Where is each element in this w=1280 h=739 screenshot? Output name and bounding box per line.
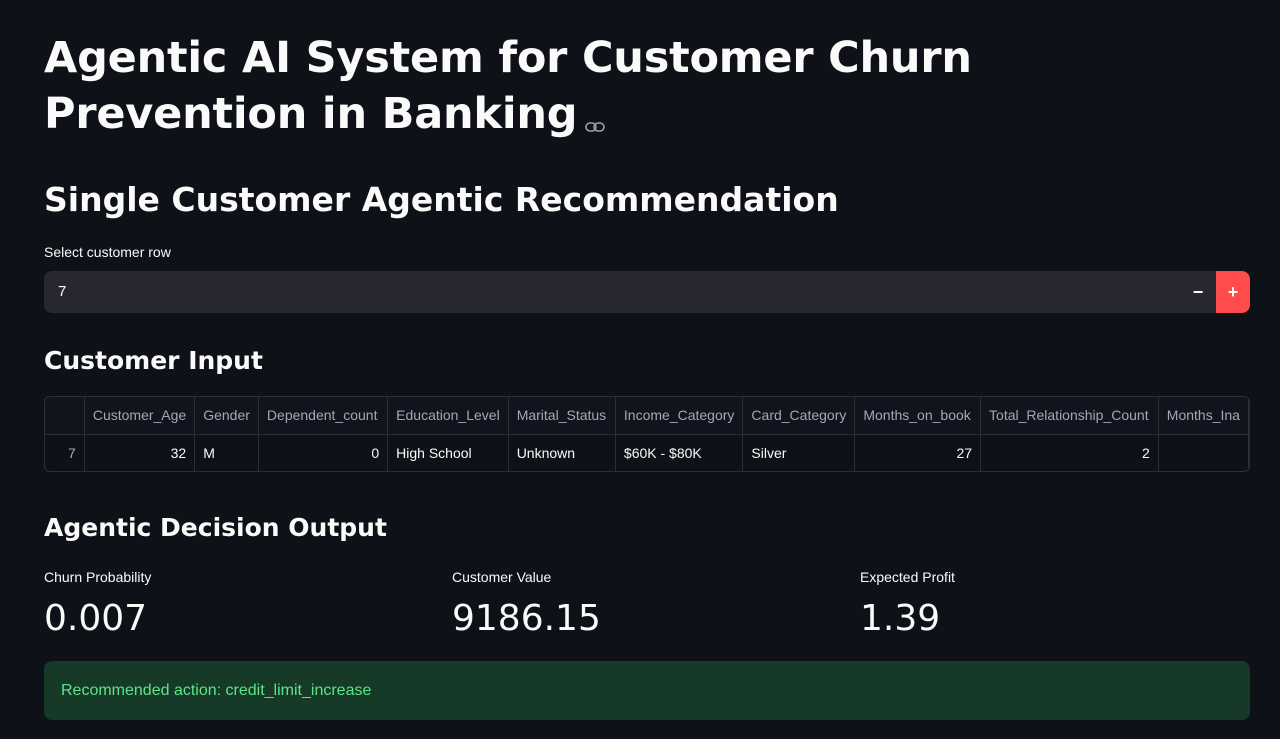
- column-header[interactable]: Education_Level: [387, 397, 509, 435]
- table-row: 7 32 M 0 High School Unknown $60K - $80K…: [45, 434, 1249, 471]
- metric-customer-value: Customer Value 9186.15: [452, 568, 601, 642]
- table-cell[interactable]: $60K - $80K: [615, 434, 744, 471]
- column-header[interactable]: Customer_Age: [84, 397, 196, 435]
- column-header[interactable]: Months_on_book: [854, 397, 982, 435]
- page-title: Agentic AI System for Customer Churn Pre…: [44, 30, 1194, 145]
- column-header[interactable]: Income_Category: [615, 397, 744, 435]
- column-header-index[interactable]: [45, 397, 85, 435]
- app-page: Agentic AI System for Customer Churn Pre…: [0, 0, 1280, 739]
- table-cell[interactable]: Silver: [742, 434, 856, 471]
- table-cell[interactable]: 32: [84, 434, 196, 471]
- table-cell[interactable]: 0: [258, 434, 389, 471]
- section-subheader: Single Customer Agentic Recommendation: [44, 180, 839, 219]
- table-cell[interactable]: High School: [387, 434, 509, 471]
- column-header[interactable]: Months_Ina: [1158, 397, 1249, 435]
- link-icon[interactable]: [585, 91, 606, 147]
- metric-value: 0.007: [44, 598, 148, 639]
- page-title-text: Agentic AI System for Customer Churn Pre…: [44, 33, 972, 139]
- increment-button[interactable]: +: [1216, 271, 1250, 313]
- table-cell[interactable]: 2: [980, 434, 1159, 471]
- metric-label: Expected Profit: [860, 569, 955, 585]
- customer-row-value[interactable]: 7: [58, 271, 66, 313]
- column-header[interactable]: Card_Category: [742, 397, 856, 435]
- decision-output-header: Agentic Decision Output: [44, 513, 387, 542]
- recommendation-alert: Recommended action: credit_limit_increas…: [44, 661, 1250, 720]
- customer-row-input[interactable]: 7 − +: [44, 271, 1250, 313]
- customer-row-label: Select customer row: [44, 244, 171, 260]
- table-cell[interactable]: M: [194, 434, 259, 471]
- column-header[interactable]: Dependent_count: [258, 397, 389, 435]
- customer-dataframe[interactable]: Customer_Age Gender Dependent_count Educ…: [44, 396, 1250, 472]
- table-cell[interactable]: 27: [854, 434, 982, 471]
- customer-input-header: Customer Input: [44, 346, 263, 375]
- table-cell[interactable]: [1158, 434, 1249, 471]
- decrement-button[interactable]: −: [1181, 271, 1215, 313]
- metric-value: 1.39: [860, 598, 941, 639]
- column-header[interactable]: Total_Relationship_Count: [980, 397, 1159, 435]
- column-header[interactable]: Marital_Status: [508, 397, 616, 435]
- metric-label: Customer Value: [452, 569, 552, 585]
- metric-label: Churn Probability: [44, 569, 152, 585]
- table-header-row: Customer_Age Gender Dependent_count Educ…: [45, 397, 1249, 435]
- table-cell[interactable]: Unknown: [508, 434, 616, 471]
- row-index-cell[interactable]: 7: [45, 434, 85, 471]
- column-header[interactable]: Gender: [194, 397, 259, 435]
- metric-value: 9186.15: [452, 598, 601, 639]
- metric-expected-profit: Expected Profit 1.39: [860, 568, 955, 642]
- metric-churn-probability: Churn Probability 0.007: [44, 568, 151, 642]
